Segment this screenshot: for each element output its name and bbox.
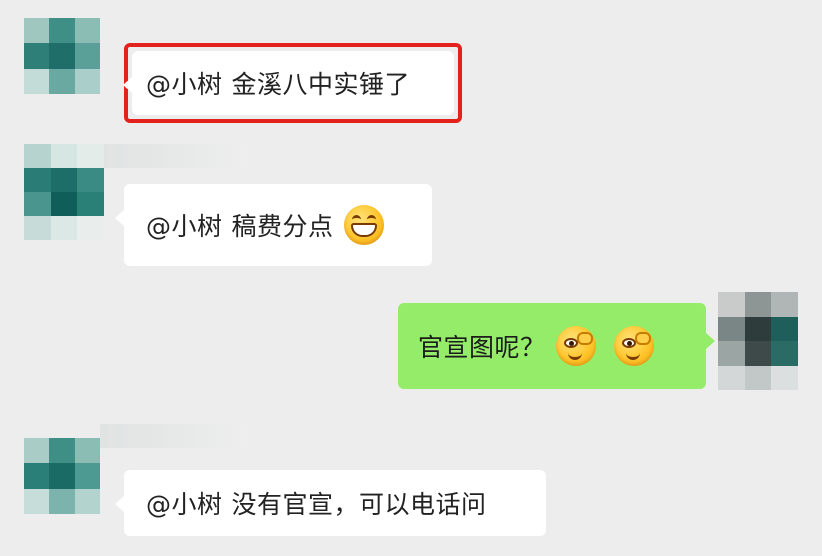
mention[interactable]: @小树 [146,485,223,521]
mention[interactable]: @小树 [146,65,223,101]
message-text: 没有官宣，可以电话问 [231,490,487,519]
outgoing-message-bubble[interactable]: 官宣图呢？ [398,303,715,389]
sender-name-blurred [100,144,248,168]
sender-avatar[interactable] [24,438,100,514]
winking-face-emoji [555,326,596,366]
message-bubble[interactable]: @小树 稿费分点 [115,184,432,266]
grinning-face-emoji [343,205,384,245]
sender-avatar[interactable] [24,18,100,94]
message-text: 稿费分点 [231,212,334,241]
sender-name-blurred [100,424,248,448]
message-bubble[interactable]: @小树 没有官宣，可以电话问 [115,470,546,536]
sender-avatar[interactable] [24,144,104,240]
message-text: 金溪八中实锤了 [231,70,411,99]
message-text: 官宣图呢？ [418,333,546,362]
chat-window: @小树 金溪八中实锤了 @小树 稿费分点 官宣图呢？ @小树 没有官宣，可以电话… [0,0,822,556]
mention[interactable]: @小树 [146,207,223,243]
winking-face-emoji [613,326,654,366]
self-avatar[interactable] [718,292,798,390]
message-bubble[interactable]: @小树 金溪八中实锤了 [123,51,454,115]
